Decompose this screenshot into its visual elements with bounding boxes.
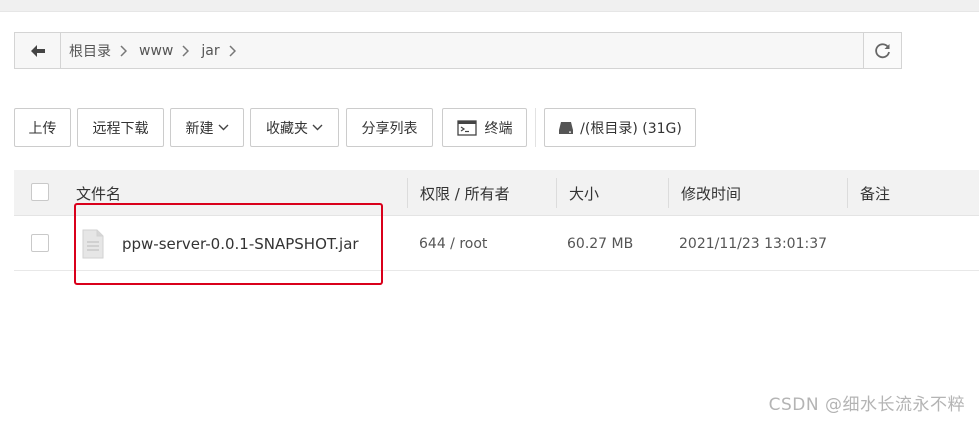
chevron-right-icon [119,44,127,57]
highlight-box [74,203,383,285]
chevron-right-icon [181,44,190,57]
breadcrumb-item-jar[interactable]: jar [201,43,225,59]
remote-download-button[interactable]: 远程下载 [77,108,164,147]
chevron-down-icon [312,124,323,131]
file-permission[interactable]: 644 / root [419,217,487,271]
column-header-modified[interactable]: 修改时间 [681,170,741,216]
column-header-permission[interactable]: 权限 / 所有者 [420,170,510,216]
file-modified-time: 2021/11/23 13:01:37 [679,236,828,252]
column-divider [847,178,848,208]
chevron-down-icon [218,124,229,131]
disk-button[interactable]: /(根目录) (31G) [544,108,696,147]
upload-label: 上传 [28,120,57,137]
favorites-dropdown-button[interactable]: 收藏夹 [250,108,339,147]
new-label: 新建 [185,120,214,137]
disk-label: /(根目录) (31G) [580,120,682,137]
column-divider [668,178,669,208]
breadcrumb-item-root[interactable]: 根目录 [69,41,117,61]
row-checkbox[interactable] [31,234,49,252]
favorites-label: 收藏夹 [266,120,308,137]
chevron-right-icon [228,44,236,57]
terminal-label: 终端 [484,120,513,137]
toolbar-divider [535,108,536,147]
new-dropdown-button[interactable]: 新建 [170,108,244,147]
share-list-label: 分享列表 [361,120,418,137]
column-header-note[interactable]: 备注 [860,170,890,216]
breadcrumb: 根目录 www jar [61,33,863,68]
upload-button[interactable]: 上传 [14,108,71,147]
refresh-icon [874,42,890,58]
column-divider [556,178,557,208]
top-strip [0,0,979,12]
file-size: 60.27 MB [567,236,634,252]
select-all-checkbox[interactable] [31,183,49,201]
column-divider [407,178,408,208]
watermark: CSDN @细水长流永不粹 [768,395,965,415]
back-arrow-icon [30,44,45,57]
refresh-button[interactable] [863,33,901,68]
remote-download-label: 远程下载 [92,120,149,137]
share-list-button[interactable]: 分享列表 [346,108,433,147]
disk-icon [559,121,574,134]
path-bar: 根目录 www jar [14,32,902,69]
terminal-button[interactable]: 终端 [442,108,527,147]
breadcrumb-item-www[interactable]: www [139,43,179,59]
column-header-size[interactable]: 大小 [569,170,599,216]
terminal-icon [456,119,477,136]
back-button[interactable] [15,33,61,68]
